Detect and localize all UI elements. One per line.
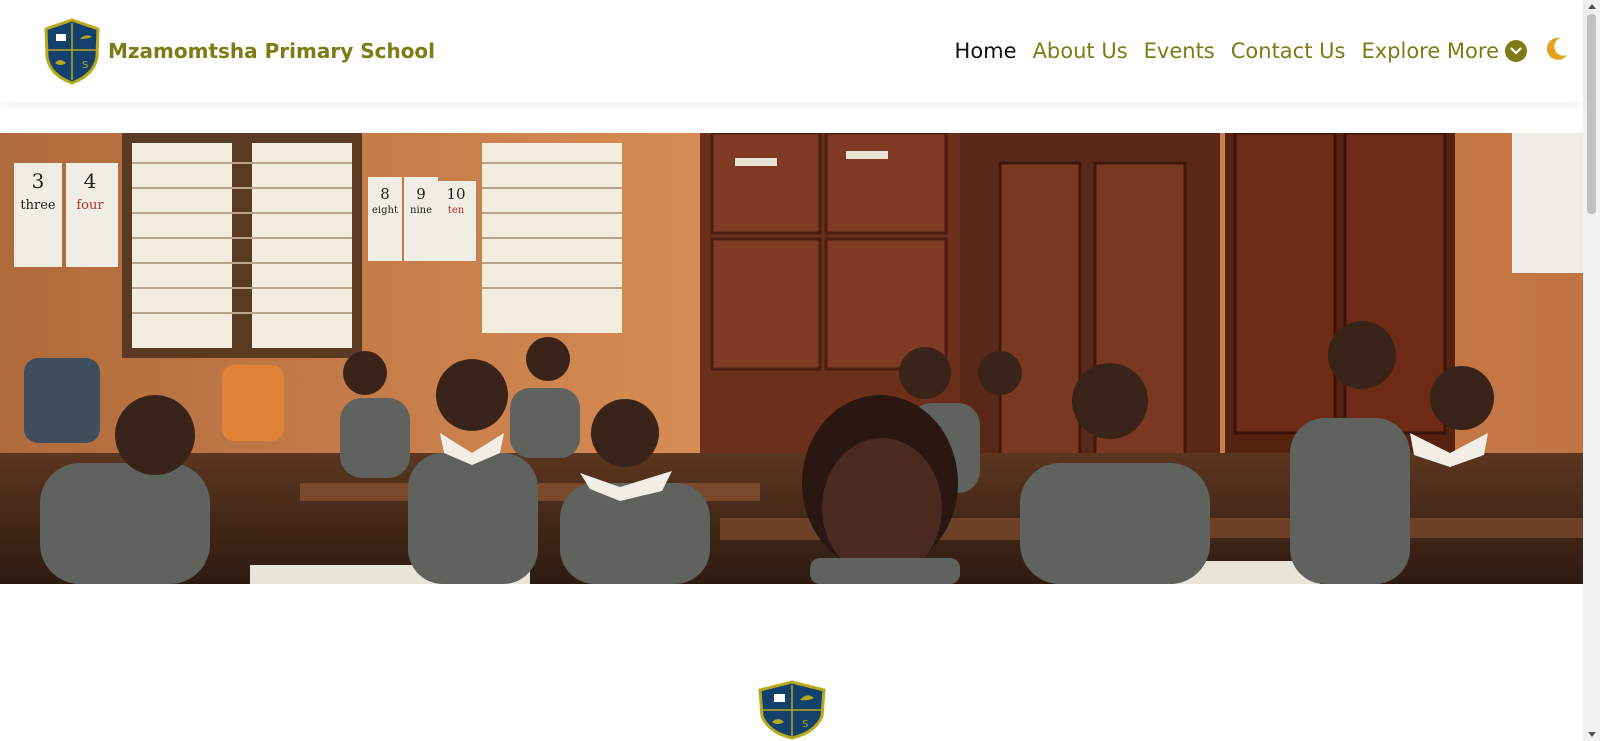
- nav-events-link[interactable]: Events: [1144, 39, 1215, 63]
- classroom-photo: 3 three 4 four 8 eight 9 nine 10 ten: [0, 133, 1583, 584]
- explore-more-label: Explore More: [1361, 39, 1499, 63]
- scroll-down-arrow-icon[interactable]: [1588, 732, 1596, 737]
- brand-link[interactable]: S Mzamomtsha Primary School: [42, 17, 435, 85]
- card-word: four: [76, 198, 104, 213]
- page-scrollbar[interactable]: [1583, 0, 1600, 741]
- nav-explore-more-dropdown[interactable]: Explore More: [1361, 39, 1527, 63]
- card-number: 3: [32, 169, 45, 193]
- nav-about-link[interactable]: About Us: [1033, 39, 1128, 63]
- moon-icon[interactable]: [1543, 36, 1569, 67]
- svg-text:S: S: [82, 60, 88, 71]
- card-word: eight: [372, 205, 398, 216]
- card-word: nine: [410, 205, 432, 216]
- nav-home-link[interactable]: Home: [955, 39, 1017, 63]
- school-crest-logo: S: [44, 18, 100, 85]
- svg-text:S: S: [802, 719, 808, 730]
- scrollbar-thumb[interactable]: [1587, 14, 1596, 214]
- school-name: Mzamomtsha Primary School: [108, 39, 436, 63]
- card-number: 8: [380, 185, 390, 203]
- card-number: 9: [416, 185, 426, 203]
- card-word: three: [20, 198, 56, 213]
- school-crest-footer-logo: S: [758, 680, 826, 740]
- scroll-up-arrow-icon[interactable]: [1588, 4, 1596, 9]
- main-nav: Home About Us Events Contact Us Explore …: [955, 36, 1569, 67]
- card-number: 4: [84, 169, 97, 193]
- card-number: 10: [446, 185, 465, 203]
- site-header: S Mzamomtsha Primary School Home About U…: [0, 0, 1583, 102]
- nav-contact-link[interactable]: Contact Us: [1231, 39, 1346, 63]
- hero-classroom-image: 3 three 4 four 8 eight 9 nine 10 ten: [0, 133, 1583, 584]
- card-word: ten: [448, 205, 465, 216]
- chevron-down-icon: [1505, 40, 1527, 62]
